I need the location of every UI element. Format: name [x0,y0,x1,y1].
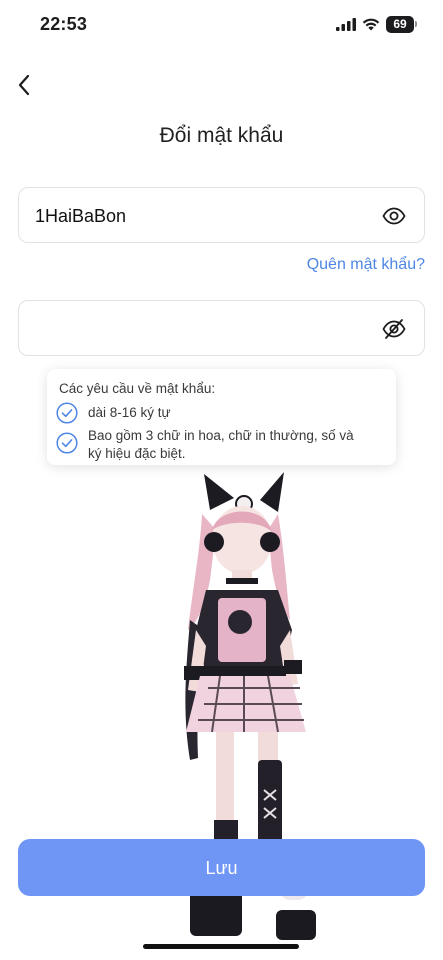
password-requirements-popover: Các yêu cầu về mật khẩu: dài 8-16 ký tự … [47,369,396,465]
requirement-complexity-line1: Bao gồm 3 chữ in hoa, chữ in thường, số … [88,428,354,443]
new-password-field[interactable] [18,300,425,356]
check-circle-icon [56,402,78,424]
save-button-label: Lưu [205,858,238,878]
forgot-password-link[interactable]: Quên mật khẩu? [307,256,425,274]
battery-level: 69 [386,16,414,33]
back-button[interactable] [14,72,36,98]
current-password-value: 1HaiBaBon [35,206,127,226]
cellular-signal-icon [336,18,356,31]
save-button[interactable]: Lưu [18,839,425,896]
current-password-field[interactable]: 1HaiBaBon [18,187,425,243]
eye-icon[interactable] [382,204,406,228]
requirements-title: Các yêu cầu về mật khẩu: [59,381,216,396]
check-circle-icon [56,432,78,454]
status-bar: 22:53 69 [0,0,443,50]
wifi-icon [362,18,380,31]
battery-tip [415,21,417,27]
eye-off-icon[interactable] [382,317,406,341]
home-indicator [143,944,299,949]
status-time: 22:53 [40,14,88,34]
page-title: Đổi mật khẩu [159,124,284,147]
requirement-complexity-line2: ký hiệu đặc biệt. [88,446,186,461]
requirement-length: dài 8-16 ký tự [88,405,171,420]
